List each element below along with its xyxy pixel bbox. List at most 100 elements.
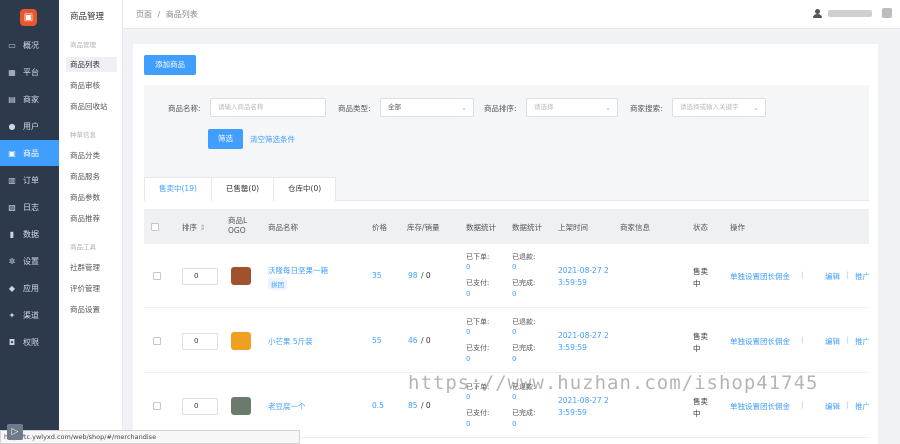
paid-value: 0 [466, 355, 471, 363]
chevron-down-icon: ⌄ [753, 104, 759, 112]
set-commission-link[interactable]: 单独设置团长佣金 [730, 271, 790, 282]
promote-link[interactable]: 推广 [855, 271, 869, 282]
goods-name-link[interactable]: 老豆腐一个 [268, 401, 306, 412]
user-menu[interactable] [813, 8, 892, 18]
col-price: 价格 [372, 223, 387, 232]
expand-arrow-icon[interactable]: ▷ [7, 424, 23, 440]
price-value: 55 [372, 336, 382, 345]
done-label: 已完成: [512, 279, 536, 287]
subnav-item-reviews[interactable]: 评价管理 [66, 281, 117, 296]
edit-link[interactable]: 编辑 [825, 401, 840, 412]
add-goods-button[interactable]: 添加商品 [144, 55, 196, 75]
refund-value: 0 [512, 393, 517, 401]
nav-item-1[interactable]: ▦ 平台 [0, 59, 59, 85]
goods-type-select[interactable]: 全部 ⌄ [380, 98, 474, 117]
goods-sort-label: 商品排序: [484, 104, 517, 113]
subnav-item-community[interactable]: 社群管理 [66, 260, 117, 275]
status-line1: 售卖 [693, 267, 708, 276]
refund-label: 已退款: [512, 253, 536, 261]
row-checkbox[interactable] [153, 402, 161, 410]
filter-button[interactable]: 筛选 [208, 129, 243, 149]
status-line2: 中 [693, 409, 701, 418]
subnav-item-goods-review[interactable]: 商品审核 [66, 78, 117, 93]
nav-item-4[interactable]: ▣ 商品 [0, 140, 59, 166]
set-commission-link[interactable]: 单独设置团长佣金 [730, 401, 790, 412]
listing-time-date: 2021-08-27 2 [558, 266, 609, 275]
done-value: 0 [512, 420, 517, 428]
breadcrumb-root[interactable]: 页面 [136, 10, 152, 19]
nav-item-0[interactable]: ▭ 概况 [0, 32, 59, 58]
nav-item-label: 数据 [23, 229, 39, 239]
done-value: 0 [512, 355, 517, 363]
col-stock: 库存/销量 [407, 223, 440, 232]
nav-item-3[interactable]: ● 用户 [0, 113, 59, 139]
nav-item-label: 设置 [23, 256, 39, 266]
subnav-item-recommend[interactable]: 商品推荐 [66, 211, 117, 226]
col-logo: 商品L OGO [228, 216, 247, 236]
tab-sold-out[interactable]: 已售罄(0) [211, 177, 275, 201]
clear-filter-link[interactable]: 清空筛选条件 [250, 134, 295, 145]
nav-item-label: 商品 [23, 148, 39, 158]
merchant-search-label: 商家搜索: [630, 104, 663, 113]
subnav-item-category[interactable]: 商品分类 [66, 148, 117, 163]
goods-icon: ▣ [8, 148, 16, 158]
nav-item-6[interactable]: ▧ 日志 [0, 194, 59, 220]
subnav-title: 商品管理 [70, 12, 105, 22]
action-divider: | [846, 271, 849, 279]
nav-item-9[interactable]: ◆ 应用 [0, 275, 59, 301]
nav-item-10[interactable]: ✦ 渠道 [0, 302, 59, 328]
goods-logo [231, 397, 251, 415]
goods-sort-select[interactable]: 请选择 ⌄ [526, 98, 618, 117]
nav-item-label: 渠道 [23, 310, 39, 320]
action-divider: | [801, 401, 804, 409]
nav-item-7[interactable]: ▮ 数据 [0, 221, 59, 247]
nav-item-label: 商家 [23, 94, 39, 104]
col-stats-2: 数据统计 [512, 223, 542, 232]
nav-item-8[interactable]: ✲ 设置 [0, 248, 59, 274]
nav-item-label: 权限 [23, 337, 39, 347]
gear-icon: ✲ [8, 256, 16, 266]
app-logo-icon[interactable]: ▣ [20, 9, 37, 26]
paid-label: 已支付: [466, 344, 490, 352]
tab-on-sale[interactable]: 售卖中(19) [144, 177, 212, 201]
merchant-search-select[interactable]: 请选择或输入关键字 ⌄ [672, 98, 766, 117]
goods-name-link[interactable]: 小芒果 5斤装 [268, 336, 313, 347]
edit-link[interactable]: 编辑 [825, 336, 840, 347]
col-sort[interactable]: 排序 ⇕ [182, 222, 206, 233]
goods-name-label: 商品名称: [168, 104, 201, 113]
sort-input[interactable]: 0 [182, 268, 218, 285]
goods-name-input[interactable]: 请输入商品名称 [210, 98, 326, 117]
subnav-item-settings[interactable]: 商品设置 [66, 302, 117, 317]
nav-item-5[interactable]: ▥ 订单 [0, 167, 59, 193]
sold-value: / 0 [421, 401, 431, 410]
subnav-item-service[interactable]: 商品服务 [66, 169, 117, 184]
edit-link[interactable]: 编辑 [825, 271, 840, 282]
goods-name-link[interactable]: 沃隆每日坚果一箱 [268, 265, 328, 276]
row-checkbox[interactable] [153, 272, 161, 280]
lock-icon: ◘ [8, 337, 16, 347]
col-actions: 操作 [730, 223, 745, 232]
promote-link[interactable]: 推广 [855, 336, 869, 347]
promote-link[interactable]: 推广 [855, 401, 869, 412]
stock-value: 85 [408, 401, 418, 410]
select-all-checkbox[interactable] [151, 223, 159, 231]
row-checkbox[interactable] [153, 337, 161, 345]
status-line1: 售卖 [693, 332, 708, 341]
avatar[interactable] [882, 8, 892, 18]
nav-item-label: 应用 [23, 283, 39, 293]
sort-input[interactable]: 0 [182, 398, 218, 415]
done-value: 0 [512, 290, 517, 298]
nav-item-2[interactable]: ▤ 商家 [0, 86, 59, 112]
refund-value: 0 [512, 328, 517, 336]
goods-logo [231, 332, 251, 350]
subnav-item-recycle-bin[interactable]: 商品回收站 [66, 99, 117, 114]
nav-item-11[interactable]: ◘ 权限 [0, 329, 59, 355]
set-commission-link[interactable]: 单独设置团长佣金 [730, 336, 790, 347]
subnav-item-goods-list[interactable]: 商品列表 [66, 57, 117, 72]
tab-warehouse[interactable]: 仓库中(0) [274, 177, 337, 201]
sort-input[interactable]: 0 [182, 333, 218, 350]
subnav-item-params[interactable]: 商品参数 [66, 190, 117, 205]
username-redacted [828, 9, 872, 17]
subnav-group-label: 商品工具 [70, 243, 96, 251]
action-divider: | [801, 271, 804, 279]
